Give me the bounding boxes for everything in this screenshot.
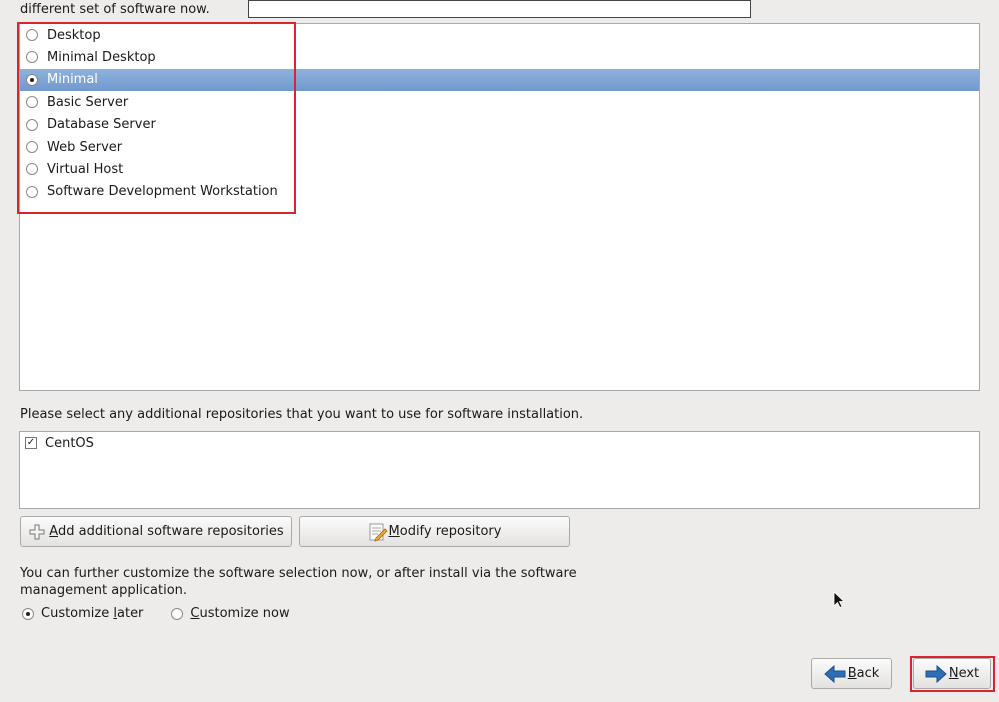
software-group-item[interactable]: Desktop	[20, 24, 979, 46]
software-group-label: Software Development Workstation	[47, 184, 278, 200]
header-text: different set of software now.	[20, 2, 210, 17]
software-group-item[interactable]: Basic Server	[20, 91, 979, 113]
mouse-cursor-icon	[833, 591, 846, 613]
modify-repository-button[interactable]: Modify repository	[299, 516, 570, 547]
software-group-label: Virtual Host	[47, 161, 124, 177]
radio-icon[interactable]	[26, 118, 38, 131]
radio-selected-icon[interactable]	[22, 607, 34, 620]
radio-icon[interactable]	[26, 96, 38, 109]
software-group-label: Web Server	[47, 139, 123, 155]
radio-icon[interactable]	[26, 141, 38, 153]
software-group-label: Minimal Desktop	[47, 49, 156, 65]
software-group-item[interactable]: Web Server	[20, 136, 979, 158]
add-repositories-label: Add additional software repositories	[49, 524, 284, 539]
arrow-left-icon	[823, 664, 846, 683]
repo-list[interactable]: ✓ CentOS	[19, 431, 980, 509]
add-repositories-button[interactable]: Add additional software repositories	[20, 516, 292, 547]
radio-icon[interactable]	[26, 163, 38, 176]
radio-icon[interactable]	[171, 607, 184, 620]
repo-label: Please select any additional repositorie…	[20, 407, 584, 422]
modify-repository-label: Modify repository	[388, 524, 502, 539]
software-group-list[interactable]: Desktop Minimal Desktop Minimal Basic Serve…	[19, 23, 980, 391]
customize-options: Customize later Customize now	[22, 606, 290, 621]
back-button[interactable]: Back	[811, 658, 892, 689]
software-group-label: Database Server	[47, 117, 156, 133]
customize-description: You can further customize the software s…	[20, 566, 577, 598]
arrow-right-icon	[925, 664, 947, 683]
checkbox-checked-icon[interactable]: ✓	[25, 437, 37, 449]
back-label: Back	[847, 666, 880, 681]
radio-icon[interactable]	[26, 185, 38, 198]
software-group-item[interactable]: Database Server	[20, 114, 979, 136]
edit-document-icon	[369, 523, 388, 542]
radio-selected-icon[interactable]	[26, 73, 38, 86]
software-group-label: Minimal	[47, 72, 98, 88]
software-group-label: Basic Server	[47, 94, 129, 110]
software-group-item[interactable]: Minimal Desktop	[20, 46, 979, 68]
repo-item-label: CentOS	[45, 435, 94, 451]
software-group-label: Desktop	[47, 27, 101, 43]
software-group-item[interactable]: Software Development Workstation	[20, 181, 979, 203]
next-label: Next	[948, 666, 980, 681]
customize-later-radio[interactable]: Customize later	[22, 606, 143, 621]
repo-item-centos[interactable]: ✓ CentOS	[20, 432, 979, 454]
customize-later-label: Customize later	[41, 606, 144, 621]
customize-now-radio[interactable]: Customize now	[171, 606, 290, 621]
next-button[interactable]: Next	[913, 658, 991, 689]
radio-icon[interactable]	[26, 51, 38, 64]
software-group-item[interactable]: Virtual Host	[20, 158, 979, 180]
header-input[interactable]	[248, 0, 751, 18]
software-group-item[interactable]: Minimal	[20, 68, 979, 91]
plus-icon	[29, 524, 45, 539]
radio-icon[interactable]	[26, 29, 38, 41]
customize-now-label: Customize now	[190, 606, 290, 621]
